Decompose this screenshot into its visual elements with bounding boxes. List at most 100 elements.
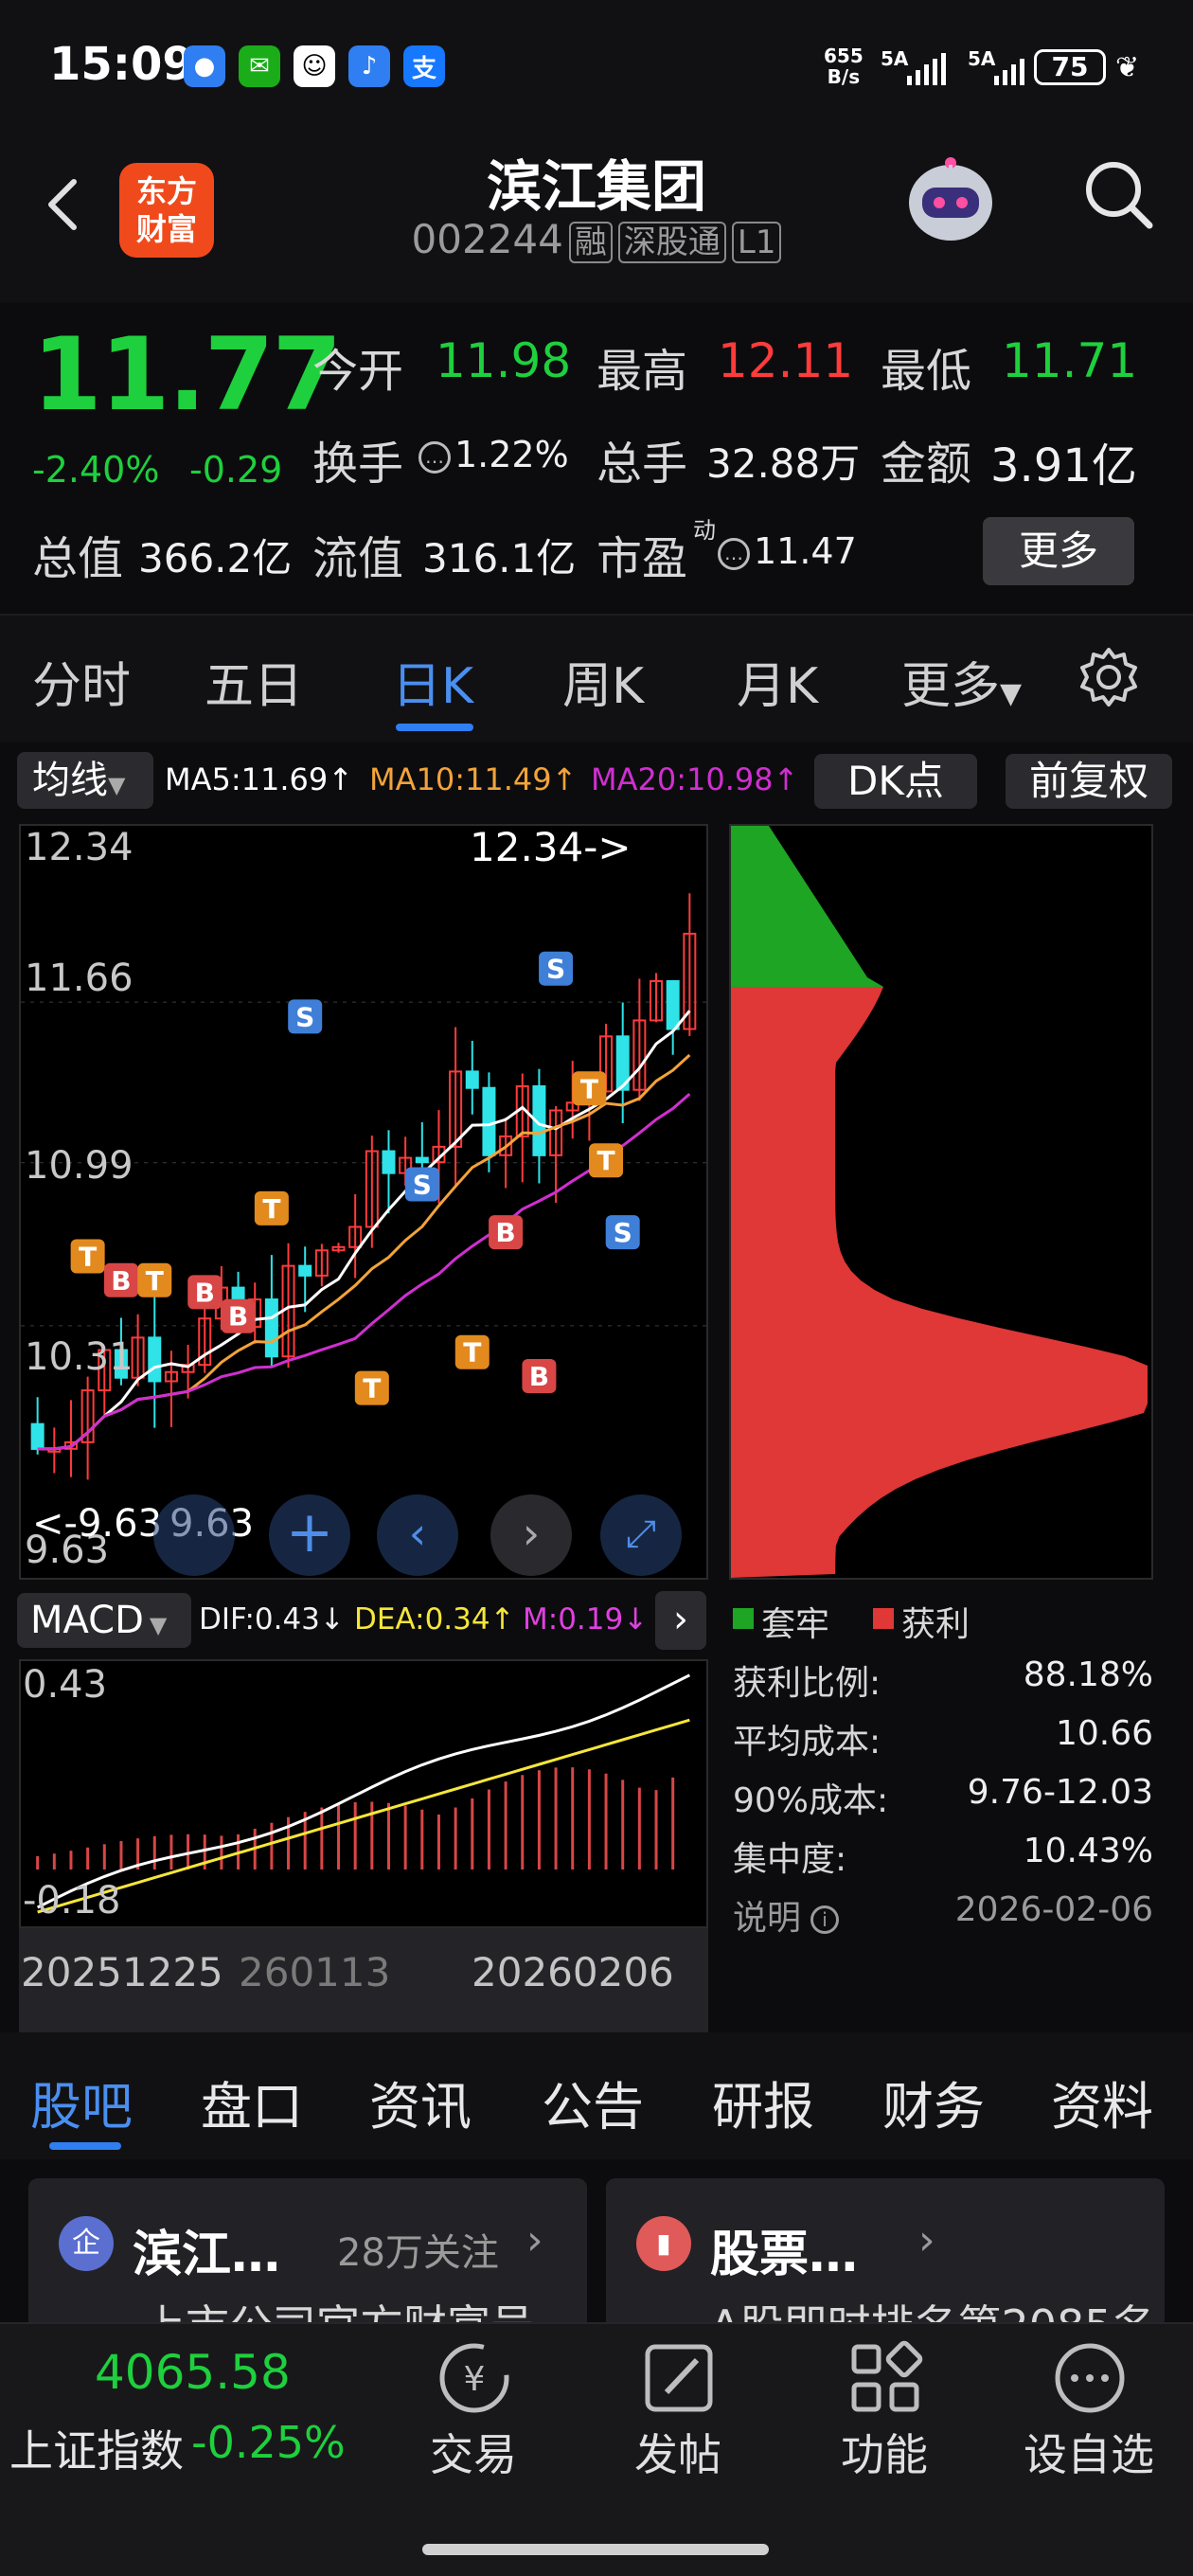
zoom-in-icon[interactable]: + — [269, 1494, 350, 1576]
functions-grid-icon[interactable] — [845, 2337, 926, 2419]
signal-badge-letter: B — [495, 1217, 515, 1248]
tab-forum[interactable]: 股吧 — [30, 2065, 133, 2139]
profit-legend-swatch — [873, 1608, 894, 1629]
date-label-1: 20251225 — [21, 1949, 223, 1995]
tab-weekly-k[interactable]: 周K — [562, 646, 644, 717]
ma10-value: MA10:11.49↑ — [369, 761, 578, 797]
signal-badge-letter: T — [262, 1193, 280, 1225]
candlestick-chart[interactable]: TBTBBTSTSTBBSTTS — [19, 824, 708, 1580]
post-edit-icon[interactable] — [638, 2337, 720, 2419]
tab-news[interactable]: 资讯 — [369, 2065, 472, 2139]
tab-more-periods[interactable]: 更多▼ — [901, 646, 1022, 717]
more-quote-button[interactable]: 更多 — [983, 517, 1134, 585]
message-app-icon: ● — [184, 45, 225, 87]
ma20-value: MA20:10.98↑ — [591, 761, 799, 797]
gear-icon[interactable] — [1077, 646, 1140, 708]
card-title-stock: 股票… — [710, 2227, 859, 2283]
candle-body — [482, 1086, 496, 1156]
tab-announcements[interactable]: 公告 — [542, 2065, 644, 2139]
tab-five-day[interactable]: 五日 — [205, 646, 303, 717]
date-label-2: 260113 — [239, 1949, 391, 1995]
avg-cost-label: 平均成本: — [733, 1723, 881, 1762]
chip-distribution-plot — [731, 826, 1148, 1578]
tab-research[interactable]: 研报 — [712, 2065, 814, 2139]
eco-leaf-icon: ❦ — [1115, 51, 1140, 84]
signal-badge-letter: S — [413, 1170, 432, 1201]
dk-point-button[interactable]: DK点 — [814, 754, 977, 809]
explain-link[interactable]: 说明 i — [733, 1890, 843, 1940]
candle-body — [148, 1336, 162, 1383]
more-dots-icon[interactable] — [1049, 2337, 1131, 2419]
nav-trade[interactable]: 交易 — [398, 2421, 549, 2483]
signal-badge-letter: B — [195, 1277, 215, 1308]
signal-badge-letter: T — [580, 1073, 598, 1104]
nav-post[interactable]: 发帖 — [602, 2421, 754, 2483]
macd-y-top: 0.43 — [23, 1663, 108, 1707]
signal-badge-letter: T — [363, 1373, 381, 1404]
forward-adjust-button[interactable]: 前复权 — [1006, 754, 1172, 809]
pe-dynamic-mark: 动 — [693, 517, 716, 544]
trade-yen-icon[interactable]: ¥ — [434, 2337, 515, 2419]
nav-add-watchlist[interactable]: 设自选 — [1013, 2421, 1165, 2483]
signal-badge-letter: S — [295, 1001, 314, 1032]
macd-y-bottom: -0.18 — [23, 1879, 121, 1923]
search-icon[interactable] — [1079, 155, 1155, 231]
network-speed: 655 B/s — [824, 45, 864, 88]
candlestick-plot: TB T BBTSTSTBBSTTS — [21, 893, 706, 1480]
tab-profile[interactable]: 资料 — [1051, 2065, 1153, 2139]
cost90-value: 9.76-12.03 — [967, 1773, 1153, 1812]
candle-body — [666, 979, 680, 1030]
amount-label: 金额 — [881, 438, 972, 491]
chevron-right-icon[interactable]: › — [655, 1591, 706, 1650]
low-label: 最低 — [881, 345, 972, 398]
y-label-2: 11.66 — [25, 957, 134, 1000]
info-icon: i — [810, 1905, 840, 1934]
indicator-selector[interactable]: MACD ▼ — [17, 1593, 191, 1648]
trapped-chip-area — [731, 826, 1148, 987]
nav-functions[interactable]: 功能 — [809, 2421, 960, 2483]
candle-body — [382, 1150, 396, 1174]
tab-daily-k[interactable]: 日K — [392, 646, 473, 717]
tab-orderbook[interactable]: 盘口 — [201, 2065, 303, 2139]
tab-monthly-k[interactable]: 月K — [737, 646, 818, 717]
ma5-value: MA5:11.69↑ — [165, 761, 354, 797]
robot-assistant-icon[interactable] — [894, 148, 1007, 252]
macd-plot — [36, 1673, 691, 1914]
signal-badge-letter: B — [529, 1361, 549, 1392]
chevron-right-icon: › — [918, 2216, 935, 2264]
info-icon: … — [418, 440, 451, 474]
fullscreen-icon[interactable]: ⤢ — [600, 1494, 682, 1576]
signal-bars-1-icon — [907, 53, 946, 85]
wechat-icon: ✉ — [239, 45, 280, 87]
enterprise-icon: 企 — [59, 2216, 114, 2271]
chevron-right-icon[interactable]: › — [490, 1494, 572, 1576]
stock-code-row: 002244 融深股通 L1 — [0, 216, 1193, 263]
profit-chip-area — [731, 987, 1148, 1578]
pe-label: 市盈 — [596, 532, 688, 585]
y-label-top: 12.34 — [25, 826, 134, 869]
macd-dif: DIF:0.43↓ — [199, 1602, 345, 1637]
ma-selector[interactable]: 均线▼ — [17, 752, 153, 809]
index-value[interactable]: 4065.58 — [95, 2345, 291, 2400]
volume-label: 总手 — [596, 438, 688, 491]
signal-badge-letter: T — [79, 1241, 97, 1272]
chevron-left-icon[interactable]: ‹ — [377, 1494, 458, 1576]
candle-body — [298, 1264, 312, 1277]
change-percent: -2.40% — [32, 449, 160, 491]
concentration-value: 10.43% — [1023, 1832, 1153, 1870]
tab-intraday[interactable]: 分时 — [32, 646, 131, 717]
zoom-out-button[interactable] — [153, 1494, 235, 1576]
profit-ratio-label: 获利比例: — [733, 1664, 881, 1703]
tab-financials[interactable]: 财务 — [882, 2065, 985, 2139]
concentration-label: 集中度: — [733, 1840, 847, 1879]
status-time: 15:09 — [49, 38, 194, 91]
turnover-value-row[interactable]: … 1.22% — [418, 434, 569, 475]
stock-code: 002244 — [411, 216, 563, 262]
high-value: 12.11 — [718, 333, 854, 388]
index-name[interactable]: 上证指数 — [9, 2417, 184, 2479]
macd-m: M:0.19↓ — [523, 1602, 649, 1637]
index-change[interactable]: -0.25% — [191, 2417, 346, 2468]
follower-count: 28万关注 — [337, 2231, 499, 2275]
pe-value-row[interactable]: … 11.47 — [718, 530, 857, 572]
trapped-legend-swatch — [733, 1608, 754, 1629]
